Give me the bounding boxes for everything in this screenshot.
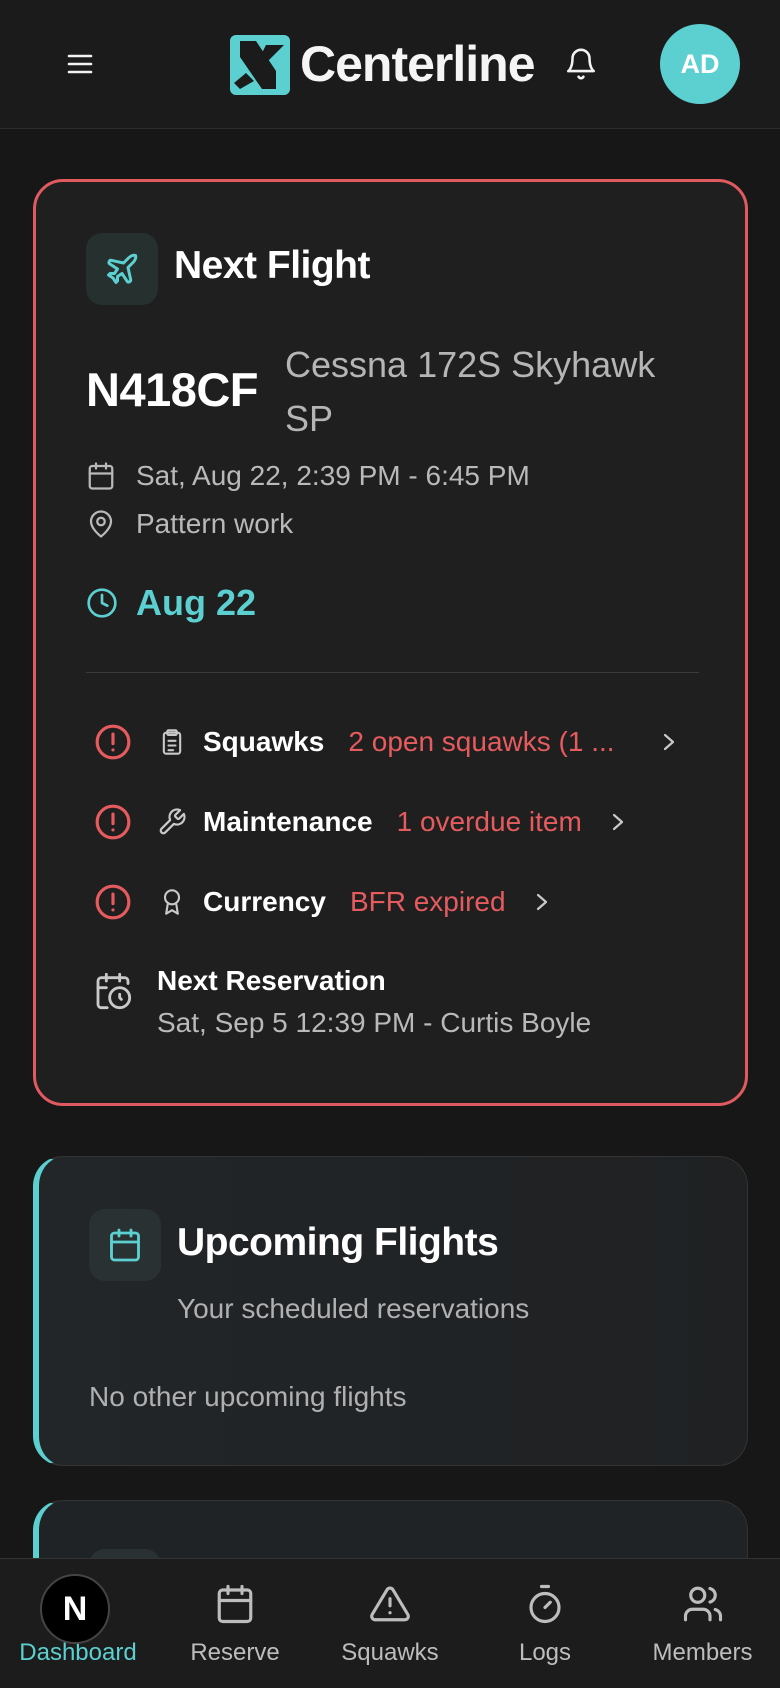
stopwatch-icon: [522, 1581, 568, 1627]
centerline-logo-icon: [230, 35, 290, 95]
chevron-right-icon: [661, 727, 683, 757]
squawks-label: Squawks: [203, 726, 325, 757]
clipboard-icon: [155, 725, 189, 759]
nav-squawks[interactable]: Squawks: [325, 1559, 455, 1688]
nav-members-label: Members: [652, 1639, 753, 1666]
hamburger-menu-icon[interactable]: [62, 46, 98, 82]
app-name: Centerline: [300, 36, 536, 92]
maintenance-status-row[interactable]: Maintenance 1 overdue item: [93, 800, 632, 844]
nav-reserve[interactable]: Reserve: [170, 1559, 300, 1688]
nav-squawks-label: Squawks: [341, 1639, 439, 1666]
alert-circle-icon: [93, 802, 133, 842]
upcoming-flights-empty: No other upcoming flights: [89, 1381, 407, 1412]
flight-location: Pattern work: [136, 508, 294, 539]
countdown-date: Aug 22: [136, 582, 257, 623]
clock-icon: [87, 588, 117, 618]
app-logo[interactable]: Centerline: [226, 30, 536, 98]
aircraft-model: Cessna 172S Skyhawk SP: [285, 344, 656, 439]
user-avatar[interactable]: AD: [660, 24, 740, 104]
next-flight-title: Next Flight: [174, 244, 371, 287]
maintenance-detail: 1 overdue item: [396, 806, 582, 837]
users-icon: [680, 1581, 726, 1627]
squawks-status-row[interactable]: Squawks 2 open squawks (1 ...: [93, 720, 683, 764]
flight-time-range: Sat, Aug 22, 2:39 PM - 6:45 PM: [136, 460, 530, 491]
plane-icon: [86, 233, 158, 305]
wrench-icon: [155, 805, 189, 839]
calendar-icon: [88, 462, 114, 490]
chevron-right-icon: [610, 807, 632, 837]
nav-members[interactable]: Members: [635, 1559, 770, 1688]
chevron-right-icon: [534, 887, 556, 917]
currency-status-row[interactable]: Currency BFR expired: [93, 880, 556, 924]
upcoming-flights-subtitle: Your scheduled reservations: [177, 1293, 530, 1324]
dev-tools-badge[interactable]: N: [40, 1574, 110, 1644]
nav-logs[interactable]: Logs: [480, 1559, 610, 1688]
top-header: Centerline AD: [0, 0, 780, 129]
upcoming-flights-card: Upcoming Flights Your scheduled reservat…: [33, 1156, 748, 1466]
calendar-icon: [89, 1209, 161, 1281]
calendar-clock-icon: [96, 972, 132, 1010]
next-reservation-value: Sat, Sep 5 12:39 PM - Curtis Boyle: [157, 1007, 592, 1038]
card-divider: [86, 672, 699, 673]
bottom-nav: Dashboard Reserve Squawks Logs Members: [0, 1558, 780, 1688]
alert-circle-icon: [93, 882, 133, 922]
currency-detail: BFR expired: [349, 886, 506, 917]
calendar-icon: [212, 1581, 258, 1627]
map-pin-icon: [89, 510, 113, 538]
nav-reserve-label: Reserve: [190, 1639, 280, 1666]
notifications-bell-icon[interactable]: [564, 46, 598, 82]
warning-icon: [367, 1581, 413, 1627]
nav-logs-label: Logs: [518, 1639, 572, 1666]
squawks-detail: 2 open squawks (1 ...: [348, 726, 615, 757]
currency-label: Currency: [203, 886, 326, 917]
next-flight-card[interactable]: Next Flight N418CF Cessna 172S Skyhawk S…: [33, 179, 748, 1106]
alert-circle-icon: [93, 722, 133, 762]
tail-number: N418CF: [86, 363, 259, 416]
flight-countdown: Aug 22: [86, 580, 256, 626]
flight-location-row: Pattern work: [86, 504, 293, 544]
flight-time-row: Sat, Aug 22, 2:39 PM - 6:45 PM: [86, 456, 530, 496]
award-icon: [155, 885, 189, 919]
dashboard-page: Centerline AD Next Flight N418CF Cessna …: [0, 0, 780, 1688]
maintenance-label: Maintenance: [203, 806, 373, 837]
next-reservation-label: Next Reservation: [157, 965, 386, 996]
upcoming-flights-title: Upcoming Flights: [177, 1221, 499, 1264]
